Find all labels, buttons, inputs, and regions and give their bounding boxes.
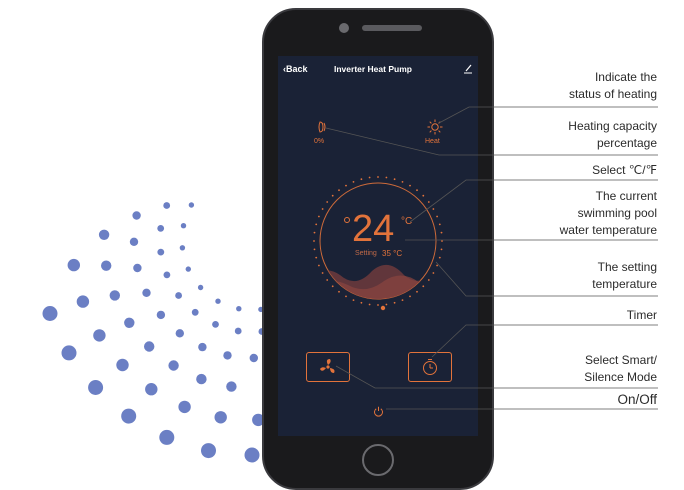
annotation-line: Indicate the: [594, 70, 657, 84]
annotation-heating-status: Indicate the status of heating: [569, 69, 657, 103]
annotation-on-off: On/Off: [617, 391, 657, 408]
annotation-line: Heating capacity: [568, 119, 657, 133]
annotation-line: Timer: [626, 308, 657, 322]
annotation-line: The current: [595, 189, 657, 203]
annotation-timer: Timer: [627, 307, 657, 324]
annotation-line: Select Smart/: [584, 353, 657, 367]
annotation-line: The setting: [597, 260, 657, 274]
annotation-mode: Select Smart/ Silence Mode: [584, 352, 657, 386]
annotation-current-temp: The current swimming pool water temperat…: [560, 188, 657, 239]
annotation-line: Silence Mode: [584, 370, 657, 384]
annotation-line: Select ℃/℉: [592, 163, 657, 177]
annotation-line: temperature: [592, 277, 657, 291]
annotation-unit-select: Select ℃/℉: [592, 162, 657, 179]
annotation-heating-capacity: Heating capacity percentage: [568, 118, 657, 152]
annotation-line: water temperature: [559, 223, 657, 237]
annotation-setting-temp: The setting temperature: [592, 259, 657, 293]
annotation-line: On/Off: [617, 392, 657, 407]
annotation-line: swimming pool: [577, 206, 657, 220]
annotation-line: percentage: [596, 136, 657, 150]
annotation-line: status of heating: [568, 87, 657, 101]
